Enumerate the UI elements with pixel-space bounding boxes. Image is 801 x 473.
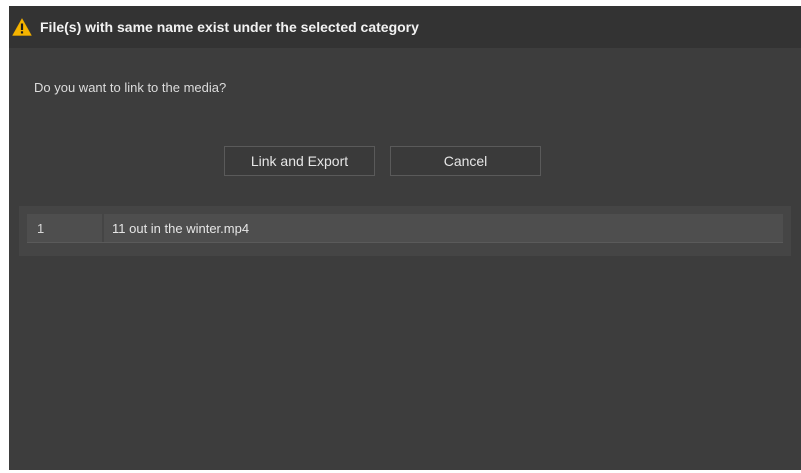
file-row-index: 1 bbox=[27, 214, 102, 242]
file-row-name: 11 out in the winter.mp4 bbox=[104, 214, 783, 242]
dialog-title: File(s) with same name exist under the s… bbox=[40, 19, 419, 35]
link-and-export-button[interactable]: Link and Export bbox=[224, 146, 375, 176]
dialog-titlebar: File(s) with same name exist under the s… bbox=[9, 6, 801, 48]
duplicate-file-dialog: File(s) with same name exist under the s… bbox=[9, 6, 801, 470]
file-row[interactable]: 1 11 out in the winter.mp4 bbox=[27, 214, 783, 243]
dialog-message: Do you want to link to the media? bbox=[34, 80, 227, 95]
cancel-button[interactable]: Cancel bbox=[390, 146, 541, 176]
file-list: 1 11 out in the winter.mp4 bbox=[19, 206, 791, 256]
warning-icon bbox=[12, 18, 32, 36]
